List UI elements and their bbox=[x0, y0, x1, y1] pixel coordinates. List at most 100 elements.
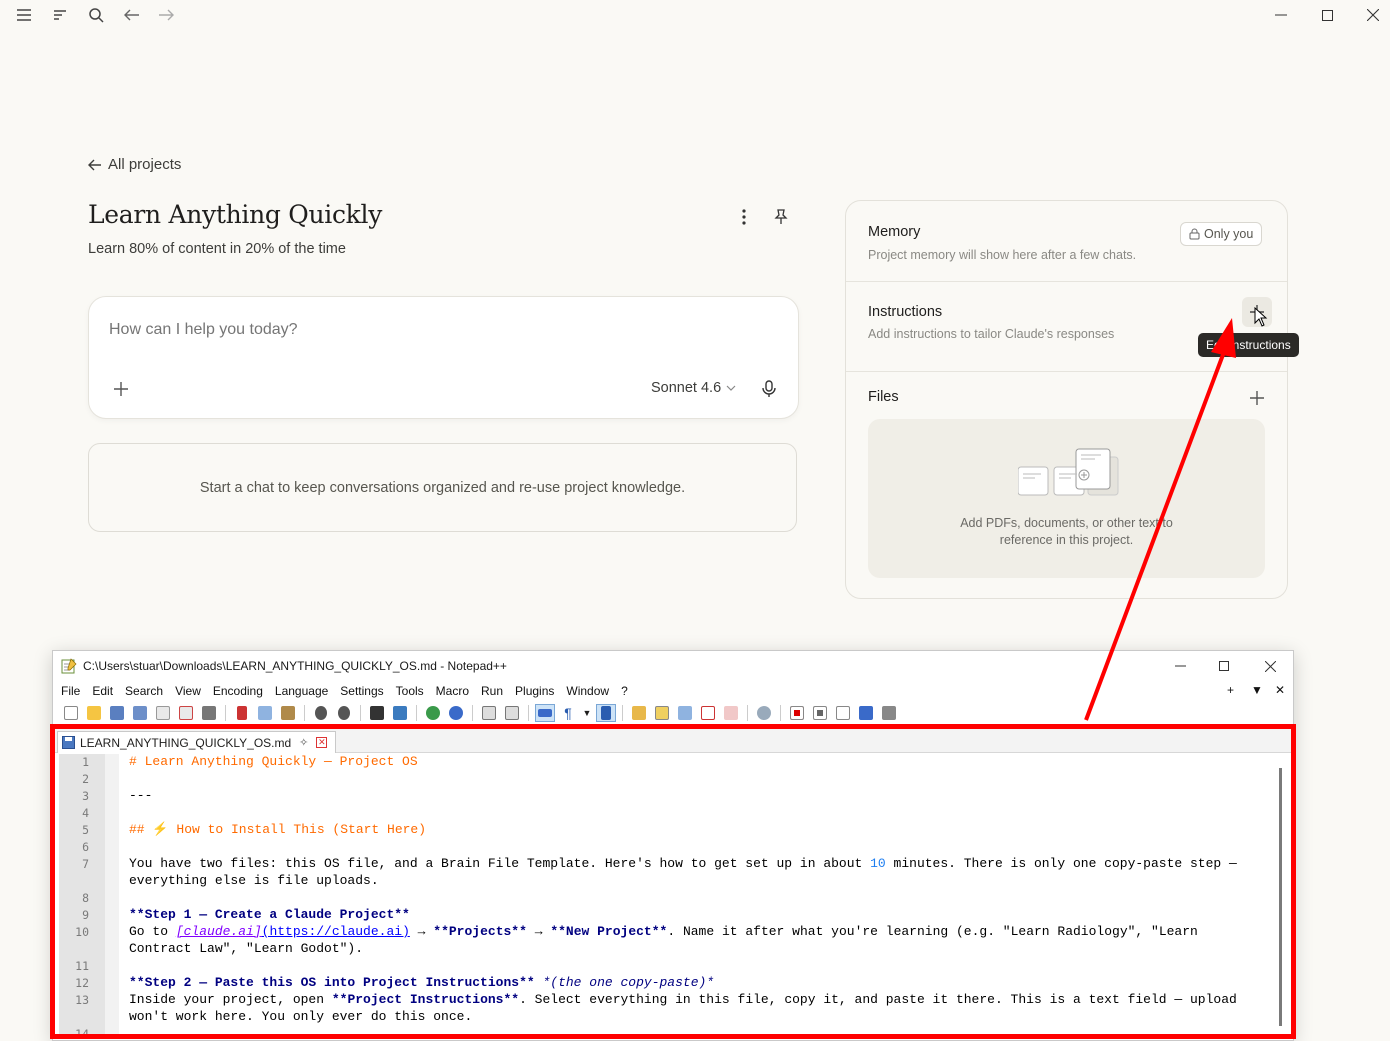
documents-illustration-icon bbox=[1018, 448, 1119, 496]
memory-badge-label: Only you bbox=[1204, 227, 1254, 241]
folder-workspace-icon[interactable] bbox=[675, 704, 695, 722]
project-title: Learn Anything Quickly bbox=[88, 200, 383, 229]
all-projects-link[interactable]: All projects bbox=[88, 156, 181, 173]
stop-macro-icon[interactable] bbox=[810, 704, 830, 722]
project-description: Learn 80% of content in 20% of the time bbox=[88, 241, 346, 257]
redo-icon[interactable] bbox=[334, 704, 354, 722]
model-label: Sonnet 4.6 bbox=[651, 380, 722, 396]
undo-icon[interactable] bbox=[311, 704, 331, 722]
files-drop-line-1: Add PDFs, documents, or other text to bbox=[960, 516, 1173, 530]
arrow-left-icon bbox=[88, 159, 101, 170]
all-projects-label: All projects bbox=[108, 156, 182, 173]
menu-search[interactable]: Search bbox=[119, 684, 169, 698]
divider bbox=[846, 371, 1287, 372]
sync-vertical-icon[interactable] bbox=[479, 704, 499, 722]
paste-icon[interactable] bbox=[278, 704, 298, 722]
save-all-icon[interactable] bbox=[130, 704, 150, 722]
mouse-cursor-icon bbox=[1254, 307, 1268, 327]
menu-edit[interactable]: Edit bbox=[86, 684, 119, 698]
edit-instructions-tooltip: Edit instructions bbox=[1198, 333, 1299, 357]
model-selector[interactable]: Sonnet 4.6 bbox=[651, 380, 736, 396]
toolbar-dropdown-icon[interactable]: ▼ bbox=[581, 704, 593, 722]
save-icon[interactable] bbox=[107, 704, 127, 722]
microphone-icon[interactable] bbox=[757, 377, 781, 401]
menu-plugins[interactable]: Plugins bbox=[509, 684, 560, 698]
chevron-down-icon bbox=[726, 385, 736, 391]
menu-view[interactable]: View bbox=[169, 684, 207, 698]
divider bbox=[846, 281, 1287, 282]
zoom-out-icon[interactable] bbox=[446, 704, 466, 722]
close-document-icon[interactable]: ✕ bbox=[1275, 683, 1285, 697]
plus-icon bbox=[1250, 391, 1264, 405]
minimize-icon[interactable] bbox=[1261, 2, 1301, 28]
save-macro-icon[interactable] bbox=[879, 704, 899, 722]
notepad-window-title: C:\Users\stuar\Downloads\LEARN_ANYTHING_… bbox=[83, 659, 507, 673]
add-attachment-icon[interactable] bbox=[109, 377, 133, 401]
memory-visibility-badge[interactable]: Only you bbox=[1180, 222, 1263, 246]
run-macro-multiple-icon[interactable] bbox=[856, 704, 876, 722]
function-list-icon[interactable] bbox=[652, 704, 672, 722]
menu-settings[interactable]: Settings bbox=[334, 684, 389, 698]
print-icon[interactable] bbox=[199, 704, 219, 722]
menu-window[interactable]: Window bbox=[560, 684, 615, 698]
more-options-icon[interactable] bbox=[733, 206, 755, 228]
notepad-minimize-icon[interactable] bbox=[1165, 655, 1195, 677]
document-map-icon[interactable] bbox=[629, 704, 649, 722]
files-title: Files bbox=[868, 389, 899, 405]
chat-composer: Sonnet 4.6 bbox=[88, 296, 799, 419]
menu-macro[interactable]: Macro bbox=[430, 684, 475, 698]
menu-file[interactable]: File bbox=[55, 684, 86, 698]
zoom-in-icon[interactable] bbox=[423, 704, 443, 722]
find-icon[interactable] bbox=[367, 704, 387, 722]
forward-arrow-icon[interactable] bbox=[155, 4, 177, 26]
notepad-close-icon[interactable] bbox=[1255, 655, 1285, 677]
lock-icon bbox=[1189, 228, 1200, 240]
indent-guide-icon[interactable] bbox=[596, 704, 616, 722]
close-icon[interactable] bbox=[1353, 2, 1390, 28]
annotation-highlight-box bbox=[50, 724, 1296, 1039]
add-file-button[interactable] bbox=[1242, 383, 1272, 413]
menu-encoding[interactable]: Encoding bbox=[207, 684, 269, 698]
menu-tools[interactable]: Tools bbox=[390, 684, 430, 698]
close-all-icon[interactable] bbox=[176, 704, 196, 722]
new-tab-icon[interactable]: + bbox=[1227, 683, 1234, 697]
files-drop-text: Add PDFs, documents, or other text to re… bbox=[868, 515, 1265, 549]
word-wrap-icon[interactable] bbox=[535, 704, 555, 722]
files-drop-zone[interactable]: Add PDFs, documents, or other text to re… bbox=[868, 419, 1265, 578]
close-file-icon[interactable] bbox=[153, 704, 173, 722]
record-macro-icon[interactable] bbox=[787, 704, 807, 722]
open-file-icon[interactable] bbox=[84, 704, 104, 722]
sidebar-toggle-icon[interactable] bbox=[49, 4, 71, 26]
menu-icon[interactable] bbox=[13, 4, 35, 26]
new-file-icon[interactable] bbox=[61, 704, 81, 722]
instructions-title: Instructions bbox=[868, 304, 943, 320]
show-all-characters-icon[interactable]: ¶ bbox=[558, 704, 578, 722]
copy-icon[interactable] bbox=[255, 704, 275, 722]
replace-icon[interactable] bbox=[390, 704, 410, 722]
notepad-menu-bar: File Edit Search View Encoding Language … bbox=[53, 681, 1293, 701]
menu-language[interactable]: Language bbox=[269, 684, 334, 698]
notepad-maximize-icon[interactable] bbox=[1209, 655, 1239, 677]
tab-list-dropdown-icon[interactable]: ▼ bbox=[1251, 683, 1263, 697]
memory-title: Memory bbox=[868, 224, 921, 240]
files-drop-line-2: reference in this project. bbox=[999, 533, 1134, 547]
notepad-toolbar: ¶ ▼ bbox=[53, 701, 1293, 725]
memory-subtitle: Project memory will show here after a fe… bbox=[868, 248, 1137, 262]
project-panel-icon[interactable] bbox=[721, 704, 741, 722]
monitoring-icon[interactable] bbox=[754, 704, 774, 722]
menu-run[interactable]: Run bbox=[475, 684, 509, 698]
sync-horizontal-icon[interactable] bbox=[502, 704, 522, 722]
chat-input[interactable] bbox=[109, 321, 709, 339]
play-macro-icon[interactable] bbox=[833, 704, 853, 722]
pin-icon[interactable] bbox=[770, 206, 792, 228]
instructions-subtitle: Add instructions to tailor Claude's resp… bbox=[868, 327, 1115, 341]
cut-icon[interactable] bbox=[232, 704, 252, 722]
maximize-icon[interactable] bbox=[1307, 2, 1347, 28]
back-arrow-icon[interactable] bbox=[121, 4, 143, 26]
project-side-panel: Memory Only you Project memory will show… bbox=[845, 200, 1288, 599]
menu-help[interactable]: ? bbox=[615, 684, 634, 698]
title-bar bbox=[0, 0, 1390, 30]
empty-chats-message: Start a chat to keep conversations organ… bbox=[88, 443, 797, 532]
search-icon[interactable] bbox=[85, 4, 107, 26]
user-defined-language-icon[interactable] bbox=[698, 704, 718, 722]
